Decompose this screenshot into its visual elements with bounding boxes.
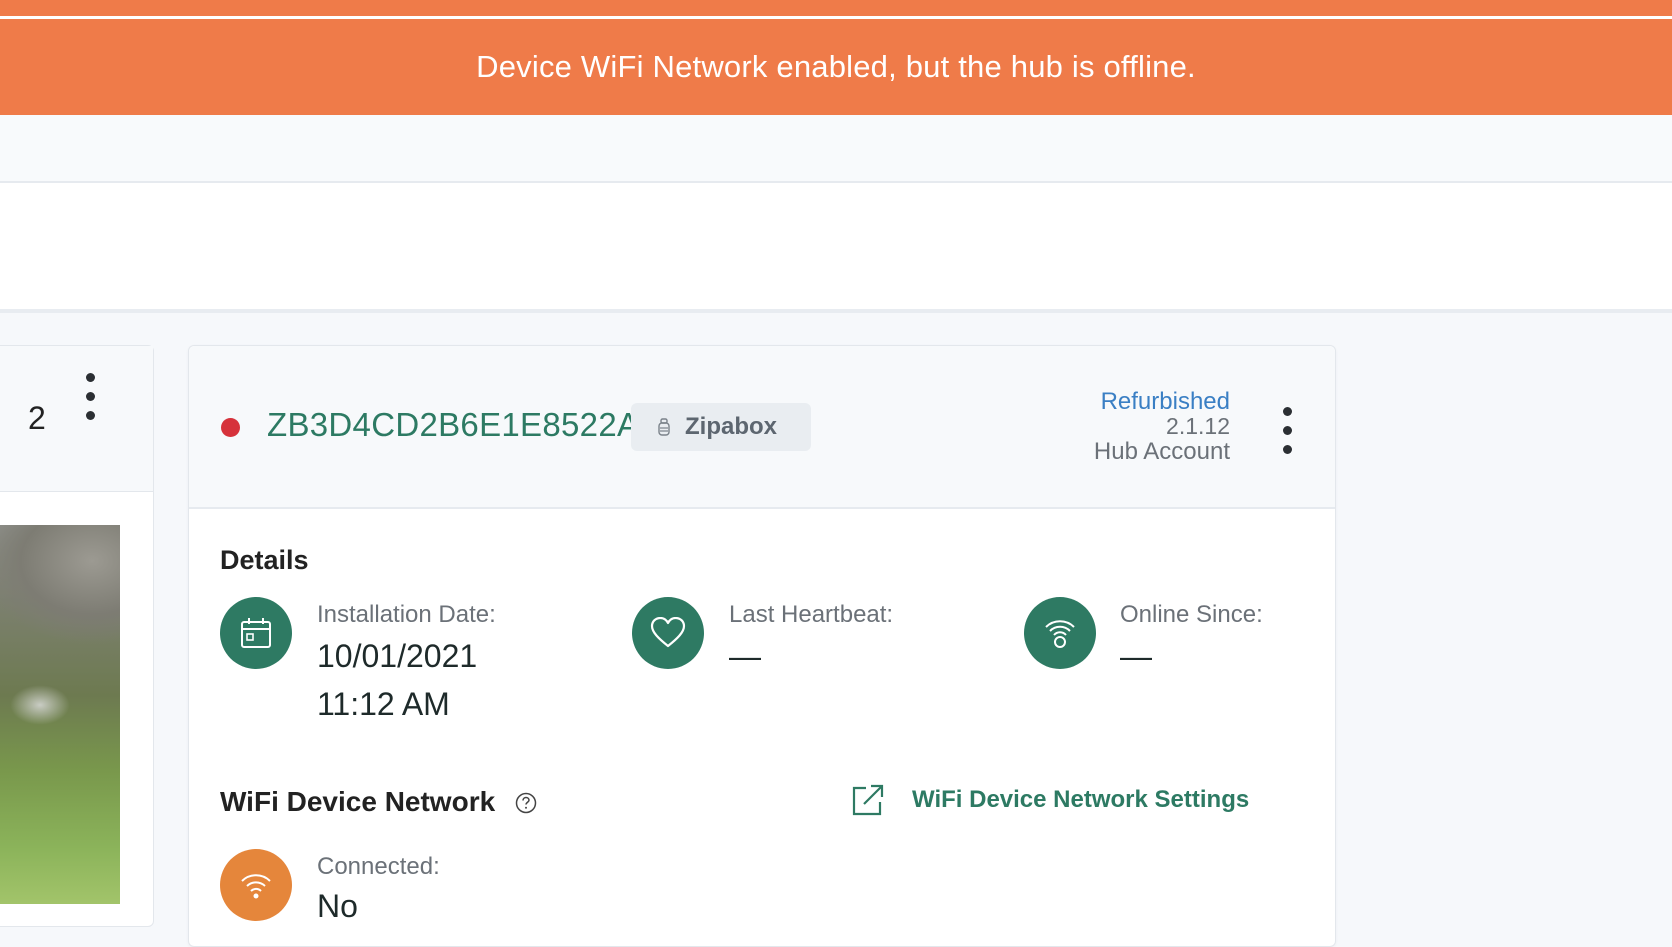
top-warning-strip	[0, 0, 1672, 16]
firmware-version: 2.1.12	[1166, 413, 1230, 439]
toolbar-area	[0, 183, 1672, 313]
previous-hub-card-header	[0, 346, 153, 492]
wifi-connected-value: No	[317, 888, 358, 924]
hub-account-label: Hub Account	[1093, 438, 1230, 465]
last-heartbeat-value: —	[729, 638, 761, 674]
wifi-settings-link-label[interactable]: WiFi Device Network Settings	[912, 786, 1249, 814]
location-photo	[0, 525, 120, 904]
wifi-settings-link[interactable]: WiFi Device Network Settings	[850, 782, 1249, 818]
calendar-icon	[220, 597, 292, 669]
banner-message: Device WiFi Network enabled, but the hub…	[476, 49, 1196, 84]
hub-meta: Refurbished 2.1.12 Hub Account	[1094, 389, 1230, 464]
refurbished-link[interactable]: Refurbished	[1094, 389, 1230, 414]
wifi-network-heading: WiFi Device Network	[220, 786, 496, 817]
previous-hub-menu-button[interactable]	[85, 373, 95, 420]
hub-card-header: ZB3D4CD2B6E1E8522A Zipabox Refurbished 2…	[189, 346, 1335, 509]
calendar-icon	[241, 618, 271, 648]
external-link-icon	[852, 784, 884, 816]
heart-icon	[632, 597, 704, 669]
kebab-dot	[1282, 407, 1292, 416]
sub-header-bar	[0, 115, 1672, 183]
hub-type-badge: Zipabox	[631, 403, 811, 451]
hub-menu-button[interactable]	[1282, 407, 1292, 454]
wifi-signal-icon	[1024, 597, 1096, 669]
help-icon[interactable]	[515, 792, 537, 814]
online-since-value: —	[1120, 638, 1152, 674]
installation-date-value: 10/01/2021	[317, 638, 478, 674]
installation-date-label: Installation Date:	[317, 601, 496, 628]
hub-device-icon	[658, 418, 670, 436]
installation-time-value: 11:12 AM	[317, 686, 450, 722]
hub-type-label: Zipabox	[685, 413, 778, 440]
previous-hub-card-count: 2	[28, 400, 46, 436]
kebab-dot	[1282, 445, 1292, 454]
offline-warning-banner: Device WiFi Network enabled, but the hub…	[0, 19, 1672, 115]
kebab-dot	[1282, 426, 1292, 435]
details-heading: Details	[220, 545, 309, 575]
hub-serial-link[interactable]: ZB3D4CD2B6E1E8522A	[267, 406, 639, 444]
wifi-icon	[241, 874, 271, 899]
offline-status-dot	[221, 418, 240, 437]
kebab-dot	[85, 392, 95, 401]
heart-icon	[650, 617, 686, 648]
kebab-dot	[85, 411, 95, 420]
wifi-connected-label: Connected:	[317, 853, 440, 880]
wifi-signal-icon	[1045, 620, 1075, 648]
wifi-icon	[220, 849, 292, 921]
online-since-label: Online Since:	[1120, 601, 1263, 628]
last-heartbeat-label: Last Heartbeat:	[729, 601, 894, 628]
kebab-dot	[85, 373, 95, 382]
